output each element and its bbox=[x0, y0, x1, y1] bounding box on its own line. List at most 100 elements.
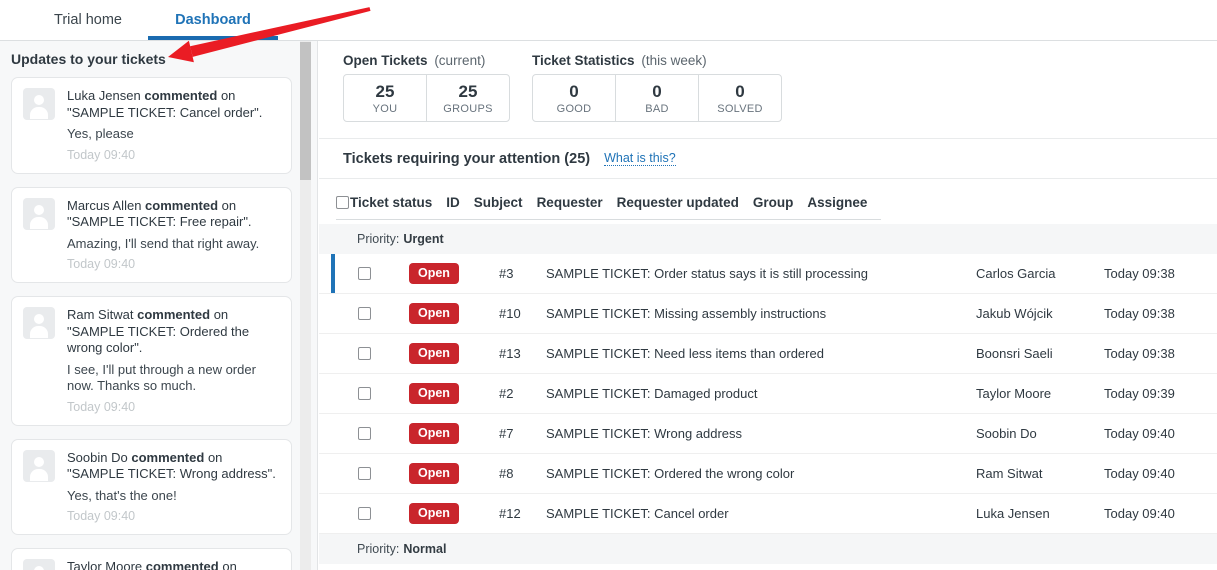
status-badge: Open bbox=[409, 303, 459, 324]
update-card[interactable]: Taylor Moore commented on "SAMPLE TICKET… bbox=[11, 548, 292, 570]
status-badge: Open bbox=[409, 383, 459, 404]
ticket-id: #10 bbox=[499, 306, 521, 321]
person-icon bbox=[23, 88, 55, 120]
requester-name: Soobin Do bbox=[976, 426, 1037, 441]
column-header-assignee: Assignee bbox=[807, 195, 867, 210]
update-card[interactable]: Luka Jensen commented on "SAMPLE TICKET:… bbox=[11, 77, 292, 174]
card-title: Luka Jensen commented on "SAMPLE TICKET:… bbox=[67, 88, 280, 121]
card-timestamp: Today 09:40 bbox=[67, 256, 280, 272]
row-checkbox[interactable] bbox=[358, 387, 371, 400]
ticket-subject[interactable]: SAMPLE TICKET: Order status says it is s… bbox=[546, 266, 868, 281]
ticket-subject[interactable]: SAMPLE TICKET: Damaged product bbox=[546, 386, 757, 401]
stat-cell-you[interactable]: 25 YOU bbox=[343, 74, 427, 122]
stat-cell-good[interactable]: 0 GOOD bbox=[532, 74, 616, 122]
ticket-row[interactable]: Open #2 SAMPLE TICKET: Damaged product T… bbox=[319, 374, 1217, 414]
sidebar-title: Updates to your tickets bbox=[11, 51, 317, 67]
tab-dashboard-label: Dashboard bbox=[175, 12, 251, 28]
card-timestamp: Today 09:40 bbox=[67, 147, 280, 163]
priority-group-urgent: Priority: Urgent bbox=[319, 224, 1217, 254]
ticket-row[interactable]: Open #12 SAMPLE TICKET: Cancel order Luk… bbox=[319, 494, 1217, 534]
select-all-checkbox[interactable] bbox=[336, 196, 349, 209]
card-timestamp: Today 09:40 bbox=[67, 399, 280, 415]
ticket-statistics-subtitle: (this week) bbox=[641, 53, 706, 68]
requester-updated: Today 09:38 bbox=[1104, 346, 1175, 361]
status-badge: Open bbox=[409, 343, 459, 364]
update-card[interactable]: Soobin Do commented on "SAMPLE TICKET: W… bbox=[11, 439, 292, 536]
row-checkbox[interactable] bbox=[358, 467, 371, 480]
ticket-row[interactable]: Open #10 SAMPLE TICKET: Missing assembly… bbox=[319, 294, 1217, 334]
sidebar-scrollbar-thumb[interactable] bbox=[300, 42, 311, 180]
requester-updated: Today 09:40 bbox=[1104, 466, 1175, 481]
card-title: Taylor Moore commented on "SAMPLE TICKET… bbox=[67, 559, 280, 570]
ticket-statistics-title: Ticket Statistics bbox=[532, 53, 635, 68]
requester-name: Taylor Moore bbox=[976, 386, 1051, 401]
open-tickets-stats: Open Tickets (current) 25 YOU 25 GROUPS bbox=[343, 53, 510, 122]
priority-group-normal: Priority: Normal bbox=[319, 534, 1217, 564]
open-tickets-title: Open Tickets bbox=[343, 53, 428, 68]
card-message: I see, I'll put through a new order now.… bbox=[67, 362, 280, 395]
ticket-subject[interactable]: SAMPLE TICKET: Missing assembly instruct… bbox=[546, 306, 826, 321]
person-icon bbox=[23, 450, 55, 482]
requester-name: Luka Jensen bbox=[976, 506, 1050, 521]
row-checkbox[interactable] bbox=[358, 347, 371, 360]
row-checkbox[interactable] bbox=[358, 427, 371, 440]
ticket-statistics-stats: Ticket Statistics (this week) 0 GOOD 0 B… bbox=[532, 53, 782, 122]
dashboard-screen: Trial home Dashboard Updates to your tic… bbox=[0, 0, 1217, 570]
row-checkbox[interactable] bbox=[358, 507, 371, 520]
card-message: Amazing, I'll send that right away. bbox=[67, 236, 280, 253]
status-badge: Open bbox=[409, 503, 459, 524]
ticket-subject[interactable]: SAMPLE TICKET: Wrong address bbox=[546, 426, 742, 441]
card-ticket: "SAMPLE TICKET: Wrong address". bbox=[67, 466, 276, 481]
column-header-id: ID bbox=[446, 195, 460, 210]
stats-row: Open Tickets (current) 25 YOU 25 GROUPS bbox=[319, 41, 1217, 122]
column-header-requester: Requester bbox=[537, 195, 603, 210]
column-header-requester-updated: Requester updated bbox=[617, 195, 739, 210]
update-card[interactable]: Ram Sitwat commented on "SAMPLE TICKET: … bbox=[11, 296, 292, 426]
update-card[interactable]: Marcus Allen commented on "SAMPLE TICKET… bbox=[11, 187, 292, 284]
requester-name: Boonsri Saeli bbox=[976, 346, 1053, 361]
requester-name: Carlos Garcia bbox=[976, 266, 1055, 281]
status-badge: Open bbox=[409, 463, 459, 484]
requester-updated: Today 09:38 bbox=[1104, 306, 1175, 321]
person-icon bbox=[23, 307, 55, 339]
ticket-id: #2 bbox=[499, 386, 513, 401]
row-checkbox[interactable] bbox=[358, 267, 371, 280]
column-header-subject: Subject bbox=[474, 195, 523, 210]
status-badge: Open bbox=[409, 263, 459, 284]
ticket-row[interactable]: Open #7 SAMPLE TICKET: Wrong address Soo… bbox=[319, 414, 1217, 454]
attention-heading-band: Tickets requiring your attention (25) Wh… bbox=[319, 139, 1217, 179]
row-checkbox[interactable] bbox=[358, 307, 371, 320]
table-header-row: Ticket status ID Subject Requester Reque… bbox=[336, 195, 881, 220]
ticket-row[interactable]: Open #13 SAMPLE TICKET: Need less items … bbox=[319, 334, 1217, 374]
card-title: Marcus Allen commented on "SAMPLE TICKET… bbox=[67, 198, 280, 231]
attention-title: Tickets requiring your attention (25) bbox=[343, 151, 590, 167]
tab-trial-home[interactable]: Trial home bbox=[38, 0, 138, 40]
card-title: Soobin Do commented on "SAMPLE TICKET: W… bbox=[67, 450, 280, 483]
card-ticket: "SAMPLE TICKET: Cancel order". bbox=[67, 105, 262, 120]
card-message: Yes, that's the one! bbox=[67, 488, 280, 505]
ticket-id: #7 bbox=[499, 426, 513, 441]
tab-dashboard[interactable]: Dashboard bbox=[148, 0, 278, 40]
what-is-this-link[interactable]: What is this? bbox=[604, 151, 676, 166]
requester-updated: Today 09:38 bbox=[1104, 266, 1175, 281]
requester-name: Jakub Wójcik bbox=[976, 306, 1053, 321]
card-ticket: "SAMPLE TICKET: Free repair". bbox=[67, 214, 252, 229]
card-message: Yes, please bbox=[67, 126, 280, 143]
card-timestamp: Today 09:40 bbox=[67, 508, 280, 524]
ticket-row[interactable]: Open #8 SAMPLE TICKET: Ordered the wrong… bbox=[319, 454, 1217, 494]
ticket-id: #12 bbox=[499, 506, 521, 521]
stat-cell-solved[interactable]: 0 SOLVED bbox=[698, 74, 782, 122]
stat-cell-groups[interactable]: 25 GROUPS bbox=[426, 74, 510, 122]
tab-trial-home-label: Trial home bbox=[54, 12, 122, 28]
ticket-subject[interactable]: SAMPLE TICKET: Cancel order bbox=[546, 506, 729, 521]
requester-updated: Today 09:40 bbox=[1104, 506, 1175, 521]
open-tickets-subtitle: (current) bbox=[434, 53, 485, 68]
requester-updated: Today 09:39 bbox=[1104, 386, 1175, 401]
ticket-subject[interactable]: SAMPLE TICKET: Need less items than orde… bbox=[546, 346, 824, 361]
updates-sidebar: Updates to your tickets Luka Jensen comm… bbox=[0, 41, 318, 570]
stat-cell-bad[interactable]: 0 BAD bbox=[615, 74, 699, 122]
ticket-subject[interactable]: SAMPLE TICKET: Ordered the wrong color bbox=[546, 466, 794, 481]
requester-updated: Today 09:40 bbox=[1104, 426, 1175, 441]
ticket-row[interactable]: Open #3 SAMPLE TICKET: Order status says… bbox=[319, 254, 1217, 294]
status-badge: Open bbox=[409, 423, 459, 444]
